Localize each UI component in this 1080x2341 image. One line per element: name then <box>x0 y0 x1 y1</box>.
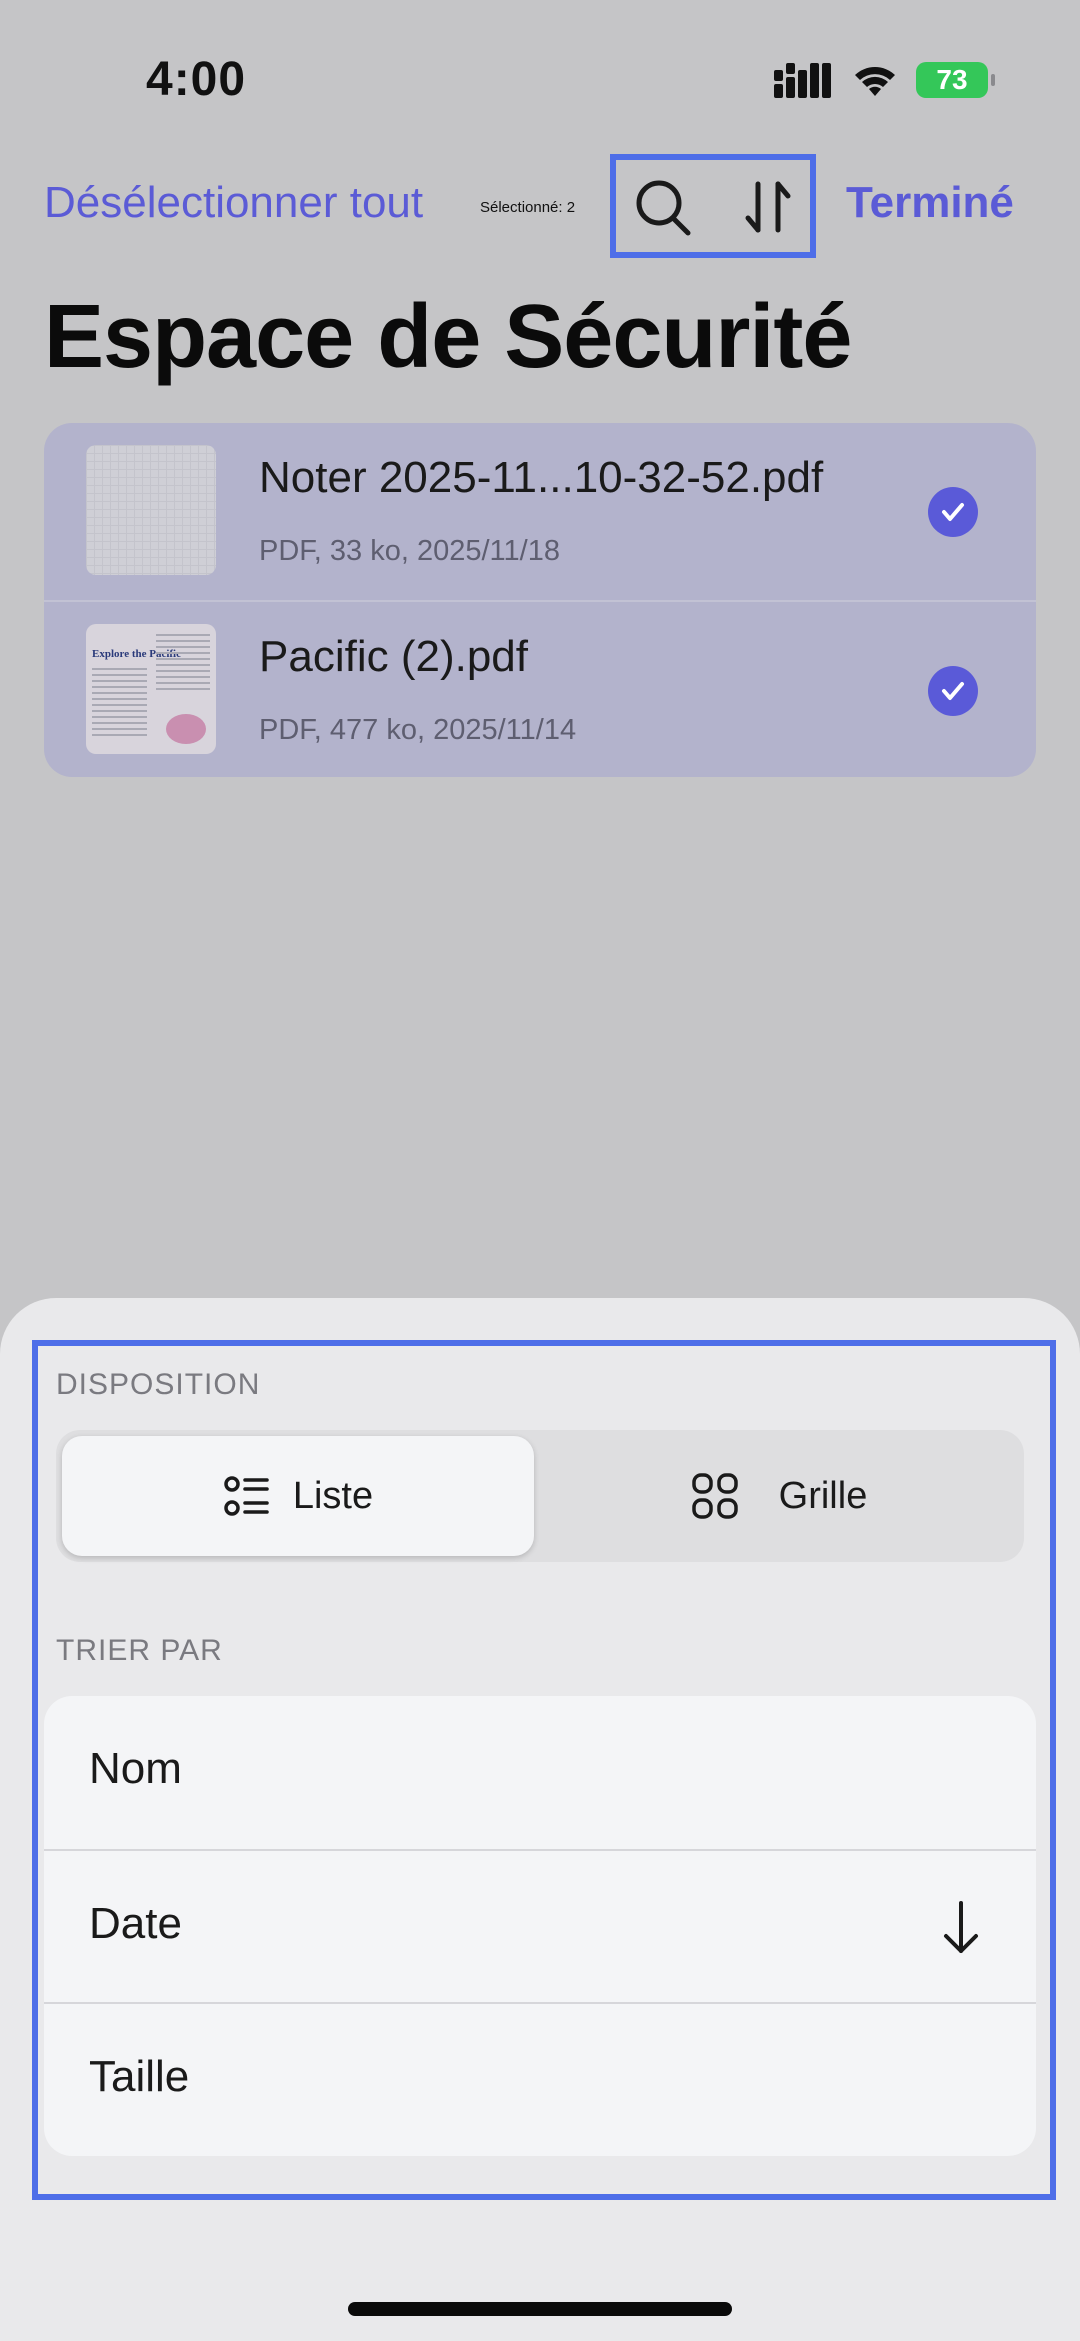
file-name: Noter 2025-11...10-32-52.pdf <box>259 453 824 502</box>
file-meta: PDF, 477 ko, 2025/11/14 <box>259 714 577 746</box>
search-icon[interactable] <box>628 172 698 242</box>
arrow-down-icon <box>944 1901 978 1953</box>
sort-icon[interactable] <box>734 172 804 242</box>
layout-option-grid[interactable]: Grille <box>540 1436 1018 1556</box>
file-thumbnail <box>86 445 216 575</box>
checkmark-icon[interactable] <box>928 487 978 537</box>
sort-option-label: Date <box>89 1899 182 1948</box>
sort-option-label: Nom <box>89 1744 182 1793</box>
cellular-signal-icon <box>774 63 831 98</box>
file-meta: PDF, 33 ko, 2025/11/18 <box>259 535 560 567</box>
file-list: Noter 2025-11...10-32-52.pdf PDF, 33 ko,… <box>44 423 1036 777</box>
selected-count-label: Sélectionné: 2 <box>480 199 576 216</box>
done-button[interactable]: Terminé <box>846 178 1014 228</box>
checkmark-icon[interactable] <box>928 666 978 716</box>
home-indicator[interactable] <box>348 2302 732 2316</box>
battery-level: 73 <box>936 64 968 95</box>
layout-option-label: Grille <box>778 1474 868 1517</box>
grid-icon <box>691 1473 738 1519</box>
file-row[interactable]: Explore the Pacific Pacific (2).pdf PDF,… <box>44 600 1036 777</box>
wifi-icon <box>855 67 895 96</box>
layout-section-label: DISPOSITION <box>56 1368 261 1401</box>
file-name: Pacific (2).pdf <box>259 632 528 681</box>
file-thumbnail: Explore the Pacific <box>86 624 216 754</box>
sort-option-date[interactable]: Date <box>44 1849 1036 2004</box>
sort-option-label: Taille <box>89 2052 190 2101</box>
layout-option-label: Liste <box>292 1474 374 1517</box>
sort-section-label: TRIER PAR <box>56 1634 223 1667</box>
sort-option-size[interactable]: Taille <box>44 2002 1036 2156</box>
file-row[interactable]: Noter 2025-11...10-32-52.pdf PDF, 33 ko,… <box>44 423 1036 600</box>
sort-option-name[interactable]: Nom <box>44 1696 1036 1849</box>
sort-options-list: Nom Date Taille <box>44 1696 1036 2156</box>
status-time: 4:00 <box>146 53 247 106</box>
page-title: Espace de Sécurité <box>44 287 852 387</box>
layout-option-list[interactable]: Liste <box>62 1436 534 1556</box>
deselect-all-button[interactable]: Désélectionner tout <box>44 178 423 228</box>
battery-icon: 73 <box>916 62 995 98</box>
list-icon <box>224 1476 269 1516</box>
status-icons: 73 <box>774 58 995 102</box>
